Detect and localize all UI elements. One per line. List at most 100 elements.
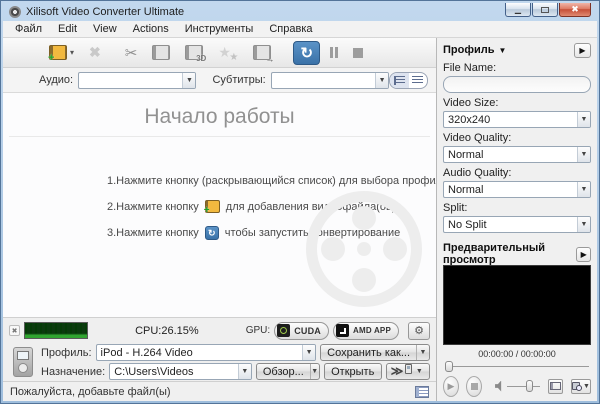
play-button[interactable]: ▶ [443, 375, 460, 397]
3d-button[interactable]: 3D [185, 45, 206, 63]
browse-button[interactable]: Обзор... ▼ [255, 363, 320, 380]
nvidia-icon [277, 324, 291, 337]
menu-edit[interactable]: Edit [50, 23, 85, 35]
volume-slider-thumb[interactable] [526, 380, 534, 392]
destination-input[interactable]: C:\Users\Videos ▼ [109, 363, 252, 380]
menu-tools[interactable]: Инструменты [177, 23, 262, 35]
queue-film-icon: → [253, 45, 274, 64]
open-button[interactable]: Открыть [323, 363, 382, 380]
save-as-button[interactable]: Сохранить как... ▼ [320, 344, 430, 361]
delete-file-button[interactable]: ✖ [89, 44, 101, 61]
cuda-button[interactable]: CUDA [274, 321, 329, 340]
detail-view-icon [393, 75, 405, 85]
stop-icon [470, 382, 478, 390]
film-reel-watermark [306, 191, 422, 307]
video-preview-screen [443, 265, 591, 345]
playback-controls: ▶ ▼ [443, 374, 591, 398]
chevron-down-icon: ▼ [182, 72, 196, 88]
camera-icon [571, 382, 583, 391]
simple-view-button[interactable] [409, 73, 427, 88]
video-quality-select[interactable]: Normal ▼ [443, 146, 591, 163]
step-1-text: 1.Нажмите кнопку (раскрывающийся список)… [107, 175, 436, 187]
convert-button[interactable]: ↻ [293, 40, 321, 65]
menu-actions[interactable]: Actions [125, 23, 177, 35]
pause-icon [330, 47, 339, 58]
split-select[interactable]: No Split ▼ [443, 216, 591, 233]
crop-button[interactable] [152, 45, 171, 60]
settings-button[interactable]: ⚙ [408, 321, 430, 340]
add-file-icon: + [204, 200, 220, 216]
add-to-queue-button[interactable]: → [253, 45, 274, 64]
audio-label: Аудио: [39, 74, 74, 86]
ipod-device-icon [13, 347, 33, 377]
effects-stars-icon: ★ ★ [218, 44, 239, 63]
video-size-select[interactable]: 320x240 ▼ [443, 111, 591, 128]
stop-playback-button[interactable] [466, 375, 483, 397]
convert-icon: ↻ [204, 226, 219, 240]
amd-app-button[interactable]: AMD APP [333, 321, 399, 340]
device-icon [405, 364, 412, 374]
status-message: Пожалуйста, добавьте файл(ы) [10, 385, 171, 398]
profile-select[interactable]: iPod - H.264 Video ▼ [95, 344, 317, 361]
task-list-button[interactable] [415, 385, 429, 398]
file-name-label: File Name: [443, 62, 497, 74]
delete-icon: ✖ [89, 44, 101, 60]
seek-slider-thumb[interactable] [445, 361, 453, 372]
file-name-input[interactable] [443, 76, 591, 93]
status-bar: Пожалуйста, добавьте файл(ы) [3, 381, 436, 401]
step-2-text: 2.Нажмите кнопку [107, 200, 199, 213]
volume-track [507, 386, 540, 387]
cpu-usage-graph [24, 322, 88, 339]
expand-preview-button[interactable]: ▶ [576, 246, 591, 262]
playback-time: 00:00:00 / 00:00:00 [478, 348, 556, 359]
maximize-button[interactable] [532, 3, 558, 17]
seek-slider[interactable] [443, 360, 591, 372]
chevron-down-icon: ▾ [70, 48, 75, 57]
hide-graph-button[interactable]: ✖ [9, 325, 20, 336]
combo-value: No Split [448, 218, 487, 231]
menu-help[interactable]: Справка [261, 23, 320, 35]
audio-select[interactable]: ▼ [78, 71, 197, 89]
clip-button[interactable]: ✂ [125, 44, 138, 62]
pause-button[interactable] [330, 47, 339, 58]
close-button[interactable]: ✖ [559, 3, 591, 17]
detail-view-button[interactable] [390, 72, 409, 88]
transfer-arrows-icon: ≫ [390, 364, 404, 378]
film-frame-icon [549, 382, 561, 390]
combo-value: Normal [448, 148, 484, 161]
chevron-down-icon: ▼ [415, 368, 423, 375]
menu-view[interactable]: View [85, 23, 125, 35]
browse-label: Обзор... [262, 365, 304, 378]
chevron-down-icon: ▼ [583, 382, 590, 390]
add-file-button[interactable]: + ▾ [48, 45, 75, 64]
split-label: Split: [443, 202, 468, 214]
file-list-area: Начало работы 1.Нажмите кнопку (раскрыва… [3, 93, 436, 317]
volume-slider[interactable] [507, 379, 540, 393]
audio-quality-select[interactable]: Normal ▼ [443, 181, 591, 198]
chevron-down-icon: ▼ [577, 182, 590, 197]
menu-file[interactable]: Файл [7, 23, 50, 35]
performance-bar: ✖ CPU:26.15% GPU: CUDA AMD APP ⚙ [3, 317, 436, 343]
snapshot-folder-button[interactable] [547, 378, 563, 394]
minimize-button[interactable]: ▁ [505, 3, 531, 17]
chevron-down-icon: ▼ [577, 147, 590, 162]
save-as-label: Сохранить как... [327, 346, 410, 359]
transfer-to-device-button[interactable]: ≫ ▼ [385, 363, 430, 380]
stop-button[interactable] [353, 47, 364, 58]
video-size-label: Video Size: [443, 97, 499, 109]
audio-quality-label: Audio Quality: [443, 167, 512, 179]
subtitles-select[interactable]: ▼ [270, 71, 390, 89]
menu-bar: Файл Edit View Actions Инструменты Справ… [3, 21, 597, 38]
step-3-text: 3.Нажмите кнопку [107, 227, 199, 239]
profile-panel-title[interactable]: Профиль [443, 44, 494, 56]
amd-icon [336, 324, 349, 337]
expand-profile-button[interactable]: ▶ [574, 42, 591, 58]
camera-button[interactable]: ▼ [570, 378, 591, 394]
speaker-icon[interactable] [495, 380, 502, 392]
effects-button[interactable]: ★ ★ [218, 44, 239, 63]
chevron-down-icon: ▼ [577, 112, 590, 127]
simple-view-icon [412, 75, 424, 85]
chevron-down-icon: ▼ [309, 364, 319, 379]
getting-started-title: Начало работы [144, 105, 295, 128]
profile-label: Профиль: [41, 346, 92, 359]
